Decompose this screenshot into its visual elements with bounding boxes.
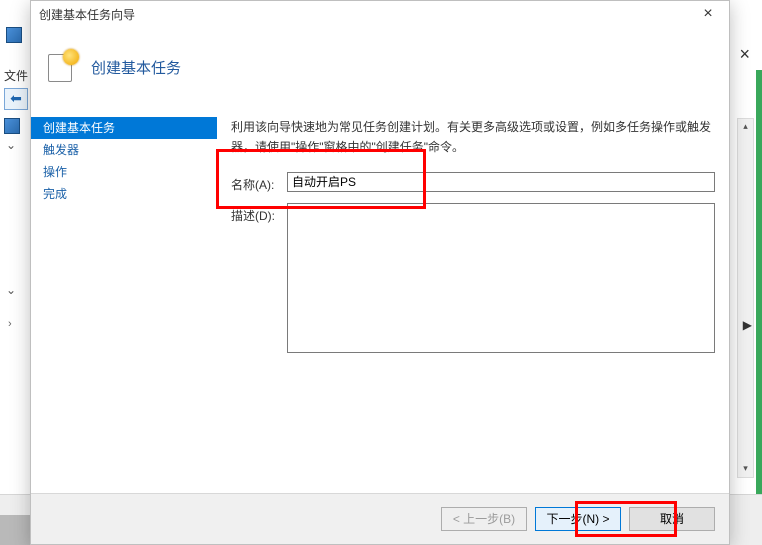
tree-expand-icon[interactable]: ⌄ [4,138,18,152]
file-menu-label[interactable]: 文件 [4,67,30,84]
wizard-header-title: 创建基本任务 [91,57,181,78]
name-input[interactable] [287,172,715,192]
description-row: 描述(D): [231,203,715,356]
titlebar[interactable]: 创建基本任务向导 × [31,1,729,29]
step-action[interactable]: 操作 [31,161,217,183]
window-title: 创建基本任务向导 [39,8,135,22]
wizard-header: 创建基本任务 [31,29,729,97]
description-input[interactable] [287,203,715,353]
step-finish[interactable]: 完成 [31,183,217,205]
next-button[interactable]: 下一步(N) > [535,507,621,531]
description-label: 描述(D): [231,203,287,224]
wizard-main: 利用该向导快速地为常见任务创建计划。有关更多高级选项或设置，例如多任务操作或触发… [217,97,729,494]
name-row: 名称(A): [231,172,715,193]
tree-root-icon[interactable] [4,118,20,134]
back-button: < 上一步(B) [441,507,527,531]
parent-close-icon[interactable]: × [739,44,750,65]
back-arrow-icon[interactable]: ⬅ [4,88,28,110]
intro-text: 利用该向导快速地为常见任务创建计划。有关更多高级选项或设置，例如多任务操作或触发… [231,117,715,158]
wizard-footer: < 上一步(B) 下一步(N) > 取消 [31,493,729,544]
close-button[interactable]: × [687,1,729,29]
tree-collapsed-icon[interactable]: › [8,318,12,330]
parent-scrollbar[interactable]: ▴ ▾ [737,118,754,478]
wizard-body: 创建基本任务 触发器 操作 完成 利用该向导快速地为常见任务创建计划。有关更多高… [31,97,729,494]
tree-expand-icon-2[interactable]: ⌄ [4,283,18,297]
scroll-down-icon[interactable]: ▾ [738,461,753,477]
wizard-dialog: 创建基本任务向导 × 创建基本任务 创建基本任务 触发器 操作 完成 利用该向导… [30,0,730,545]
scroll-up-icon[interactable]: ▴ [738,119,753,135]
wizard-icon [45,51,77,83]
background-color-strip [756,70,762,510]
step-create-basic-task[interactable]: 创建基本任务 [31,117,217,139]
name-label: 名称(A): [231,172,287,193]
desktop-corner [0,515,30,545]
actions-arrow-icon[interactable]: ▶ [743,318,752,332]
step-trigger[interactable]: 触发器 [31,139,217,161]
new-badge-icon [63,49,79,65]
wizard-steps: 创建基本任务 触发器 操作 完成 [31,97,217,494]
app-icon [6,27,22,43]
cancel-button[interactable]: 取消 [629,507,715,531]
